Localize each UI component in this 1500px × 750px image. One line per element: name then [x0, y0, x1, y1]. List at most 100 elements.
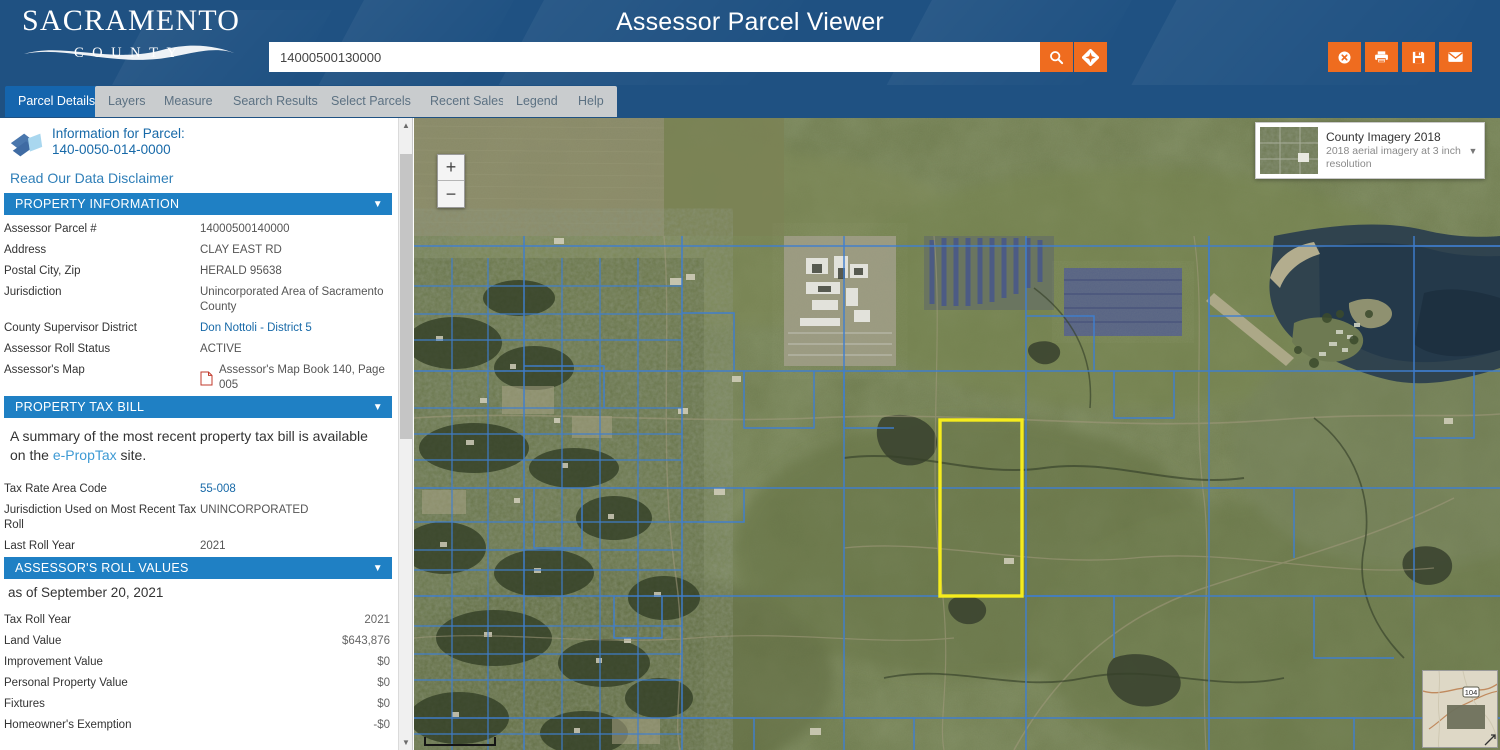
row-key: Land Value — [4, 635, 62, 647]
search-button[interactable] — [1040, 42, 1073, 72]
row-key: Postal City, Zip — [4, 265, 81, 277]
scroll-down-arrow-icon[interactable]: ▼ — [399, 735, 412, 750]
parcel-heading: Information for Parcel: 140-0050-014-000… — [0, 118, 398, 162]
table-row: Personal Property Value $0 — [0, 673, 398, 694]
data-disclaimer-link[interactable]: Read Our Data Disclaimer — [0, 162, 398, 193]
row-value: 2021 — [364, 614, 390, 626]
sidebar-scrollbar[interactable]: ▲ ▼ — [398, 118, 412, 750]
search-input[interactable] — [270, 43, 1039, 71]
row-key: Homeowner's Exemption — [4, 719, 132, 731]
basemap-selector[interactable]: County Imagery 2018 2018 aerial imagery … — [1255, 122, 1485, 179]
floppy-disk-icon — [1412, 51, 1425, 63]
chevron-down-icon[interactable]: ▼ — [1466, 146, 1480, 156]
parcel-layers-icon — [10, 133, 43, 157]
eproptax-link[interactable]: e-PropTax — [53, 447, 117, 463]
residential-area — [414, 258, 704, 750]
row-key: Tax Rate Area Code — [4, 483, 107, 495]
section-header-assessors-roll-values[interactable]: ASSESSOR'S ROLL VALUES ▼ — [4, 557, 392, 579]
close-circle-icon — [1338, 51, 1351, 63]
chevron-down-icon: ▼ — [372, 198, 383, 210]
row-key: Personal Property Value — [4, 677, 128, 689]
row-value: 2021 — [200, 540, 226, 552]
table-row: Tax Rate Area Code 55-008 — [0, 479, 398, 500]
scroll-up-arrow-icon[interactable]: ▲ — [399, 118, 412, 133]
tax-rate-area-link[interactable]: 55-008 — [200, 482, 390, 497]
row-key: Jurisdiction Used on Most Recent Tax Rol… — [4, 504, 197, 531]
tab-layers[interactable]: Layers — [95, 86, 159, 117]
parcel-heading-line2: 140-0050-014-0000 — [52, 142, 171, 157]
locate-button[interactable] — [1074, 42, 1107, 72]
row-key: Address — [4, 244, 47, 256]
highway-shield-104: 104 — [1462, 686, 1480, 698]
tab-measure[interactable]: Measure — [151, 86, 226, 117]
row-key: Assessor Roll Status — [4, 343, 111, 355]
row-value: Unincorporated Area of Sacramento County — [200, 286, 384, 313]
map-canvas[interactable]: + − County Imagery 2018 2018 aerial imag… — [414, 118, 1500, 750]
row-value: $0 — [377, 677, 390, 689]
table-row: Postal City, Zip HERALD 95638 — [0, 261, 398, 282]
roll-values-as-of: as of September 20, 2021 — [8, 585, 164, 600]
assessors-roll-values-rows: Tax Roll Year 2021 Land Value $643,876 I… — [0, 606, 398, 736]
row-value: HERALD 95638 — [200, 265, 282, 277]
tax-note-part2: site. — [116, 447, 147, 463]
expand-overview-icon[interactable] — [1484, 734, 1496, 746]
row-value: $0 — [377, 698, 390, 710]
locate-crosshair-icon — [1082, 48, 1099, 66]
table-row: Last Roll Year 2021 — [0, 536, 398, 557]
scrollbar-thumb[interactable] — [400, 154, 412, 439]
save-button[interactable] — [1402, 42, 1435, 72]
row-key: County Supervisor District — [4, 322, 137, 334]
aerial-imagery — [414, 118, 1500, 750]
chevron-down-icon: ▼ — [372, 562, 383, 574]
row-key: Jurisdiction — [4, 286, 62, 298]
row-value: UNINCORPORATED — [200, 504, 309, 516]
row-key: Last Roll Year — [4, 540, 75, 552]
table-row: Land Value $643,876 — [0, 631, 398, 652]
zoom-out-button[interactable]: − — [438, 181, 464, 207]
tab-bar: Parcel Details Layers Measure Search Result… — [0, 85, 1500, 118]
row-value: $0 — [377, 656, 390, 668]
table-row: Jurisdiction Unincorporated Area of Sacr… — [0, 282, 398, 318]
tab-parcel-details[interactable]: Parcel Details — [5, 86, 109, 117]
tab-search-results[interactable]: Search Results — [220, 86, 331, 117]
header-tool-buttons — [1328, 42, 1472, 72]
zoom-in-button[interactable]: + — [438, 155, 464, 181]
svg-text:104: 104 — [1465, 688, 1478, 697]
app-header: SACRAMENTO COUNTY Assessor Parcel Viewer — [0, 0, 1500, 85]
row-value: $643,876 — [342, 635, 390, 647]
tab-legend[interactable]: Legend — [503, 86, 571, 117]
table-row: Tax Roll Year 2021 — [0, 610, 398, 631]
row-value: ACTIVE — [200, 343, 242, 355]
clear-selection-button[interactable] — [1328, 42, 1361, 72]
overview-map[interactable]: 104 — [1422, 670, 1498, 748]
table-row: Assessor Parcel # 14000500140000 — [0, 219, 398, 240]
section-title: PROPERTY INFORMATION — [15, 197, 180, 211]
map-scale-bar — [424, 737, 496, 746]
email-button[interactable] — [1439, 42, 1472, 72]
print-button[interactable] — [1365, 42, 1398, 72]
pdf-file-icon — [200, 371, 213, 385]
section-header-property-information[interactable]: PROPERTY INFORMATION ▼ — [4, 193, 392, 215]
row-key: Improvement Value — [4, 656, 103, 668]
row-key: Assessor Parcel # — [4, 223, 97, 235]
table-row: Homeowner's Exemption -$0 — [0, 715, 398, 736]
industrial-facility — [784, 236, 896, 366]
property-tax-bill-rows: Tax Rate Area Code 55-008 Jurisdiction U… — [0, 475, 398, 557]
table-row: Assessor Roll Status ACTIVE — [0, 339, 398, 360]
basemap-description: 2018 aerial imagery at 3 inch resolution — [1326, 145, 1461, 170]
assessor-map-link[interactable]: Assessor's Map Book 140, Page 005 — [219, 363, 390, 393]
section-title: PROPERTY TAX BILL — [15, 400, 145, 414]
search-icon — [1050, 50, 1064, 64]
section-header-property-tax-bill[interactable]: PROPERTY TAX BILL ▼ — [4, 396, 392, 418]
basemap-title: County Imagery 2018 — [1326, 130, 1441, 144]
basemap-thumbnail — [1260, 127, 1318, 174]
tab-select-parcels[interactable]: Select Parcels — [318, 86, 424, 117]
tab-help[interactable]: Help — [565, 86, 617, 117]
property-information-rows: Assessor Parcel # 14000500140000 Address… — [0, 215, 398, 396]
parcel-details-panel: Information for Parcel: 140-0050-014-000… — [0, 118, 413, 750]
map-zoom-controls[interactable]: + − — [437, 154, 465, 208]
tax-bill-note: A summary of the most recent property ta… — [0, 418, 398, 475]
table-row: Assessor's Map Assessor's Map Book 140, … — [0, 360, 398, 396]
envelope-icon — [1448, 52, 1463, 62]
supervisor-district-link[interactable]: Don Nottoli - District 5 — [200, 321, 390, 336]
